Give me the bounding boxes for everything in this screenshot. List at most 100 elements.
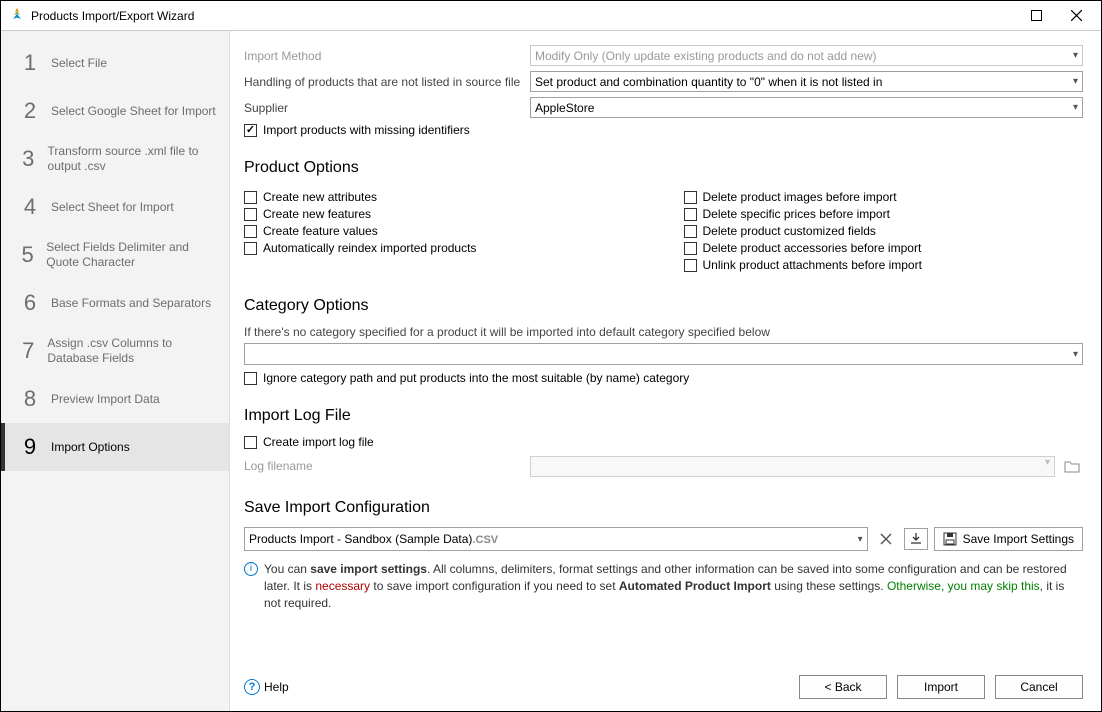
checkbox-label: Create feature values [263,224,378,238]
checkbox-icon [684,225,697,238]
help-label: Help [264,680,289,694]
log-filename-input: ▾ [530,456,1055,477]
checkbox-icon [244,208,257,221]
help-link[interactable]: ? Help [244,679,289,695]
step-label: Select Google Sheet for Import [51,104,216,119]
step-label: Select Sheet for Import [51,200,174,215]
checkbox-label: Create new attributes [263,190,377,204]
supplier-select[interactable]: AppleStore ▾ [530,97,1083,118]
sidebar-step-5[interactable]: 5 Select Fields Delimiter and Quote Char… [1,231,229,279]
step-number: 1 [21,50,39,76]
chevron-down-icon: ▾ [1073,50,1078,61]
checkbox-icon [684,208,697,221]
supplier-value: AppleStore [535,101,594,115]
category-hint: If there's no category specified for a p… [244,325,1083,339]
content-panel: Import Method Modify Only (Only update e… [230,31,1101,711]
step-number: 8 [21,386,39,412]
delete-images-checkbox[interactable]: Delete product images before import [684,190,1084,204]
sidebar-step-7[interactable]: 7 Assign .csv Columns to Database Fields [1,327,229,375]
step-number: 5 [21,242,34,268]
create-feature-values-checkbox[interactable]: Create feature values [244,224,644,238]
step-label: Select File [51,56,107,71]
info-icon: i [244,562,258,576]
checkbox-label: Automatically reindex imported products [263,241,476,255]
chevron-down-icon: ▾ [1073,349,1078,360]
ignore-category-path-checkbox[interactable]: Ignore category path and put products in… [244,371,1083,385]
import-method-label: Import Method [244,49,524,63]
save-import-settings-button[interactable]: Save Import Settings [934,527,1083,551]
cancel-button[interactable]: Cancel [995,675,1083,699]
info-note: i You can save import settings. All colu… [244,561,1083,611]
browse-folder-button [1061,455,1083,477]
checkbox-label: Delete product images before import [703,190,897,204]
checkbox-label: Delete product customized fields [703,224,876,238]
chevron-down-icon: ▾ [1045,457,1050,468]
checkbox-label: Delete product accessories before import [703,241,922,255]
step-label: Transform source .xml file to output .cs… [48,144,219,174]
download-config-button[interactable] [904,528,928,550]
step-number: 2 [21,98,39,124]
save-config-header: Save Import Configuration [244,499,1083,517]
checkbox-icon [684,191,697,204]
checkbox-icon [244,436,257,449]
window-title: Products Import/Export Wizard [31,9,1019,23]
checkbox-label: Create new features [263,207,371,221]
window-controls [1019,4,1093,28]
sidebar-step-3[interactable]: 3 Transform source .xml file to output .… [1,135,229,183]
clear-config-button[interactable] [874,528,898,550]
step-label: Base Formats and Separators [51,296,211,311]
handling-select[interactable]: Set product and combination quantity to … [530,71,1083,92]
create-new-attributes-checkbox[interactable]: Create new attributes [244,190,644,204]
checkbox-icon [244,225,257,238]
back-button[interactable]: < Back [799,675,887,699]
checkbox-icon [244,124,257,137]
checkbox-icon [244,372,257,385]
step-number: 3 [21,146,36,172]
sidebar-step-9[interactable]: 9 Import Options [1,423,229,471]
checkbox-icon [244,242,257,255]
category-options-header: Category Options [244,297,1083,315]
chevron-down-icon: ▾ [1073,102,1078,113]
checkbox-label: Create import log file [263,435,374,449]
checkbox-label: Unlink product attachments before import [703,258,922,272]
create-new-features-checkbox[interactable]: Create new features [244,207,644,221]
app-icon [9,6,25,25]
default-category-select[interactable]: ▾ [244,343,1083,365]
handling-value: Set product and combination quantity to … [535,75,882,89]
missing-identifiers-checkbox[interactable]: Import products with missing identifiers [244,123,1083,137]
delete-accessories-checkbox[interactable]: Delete product accessories before import [684,241,1084,255]
supplier-label: Supplier [244,101,524,115]
step-label: Assign .csv Columns to Database Fields [47,336,219,366]
step-number: 9 [21,434,39,460]
reindex-products-checkbox[interactable]: Automatically reindex imported products [244,241,644,255]
close-button[interactable] [1059,4,1093,28]
save-icon [943,532,957,546]
sidebar-step-1[interactable]: 1 Select File [1,39,229,87]
import-method-select[interactable]: Modify Only (Only update existing produc… [530,45,1083,66]
checkbox-label: Delete specific prices before import [703,207,890,221]
sidebar-step-2[interactable]: 2 Select Google Sheet for Import [1,87,229,135]
checkbox-icon [684,259,697,272]
delete-specific-prices-checkbox[interactable]: Delete specific prices before import [684,207,1084,221]
wizard-steps-sidebar: 1 Select File 2 Select Google Sheet for … [1,31,230,711]
step-label: Import Options [51,440,130,455]
step-label: Preview Import Data [51,392,160,407]
maximize-button[interactable] [1019,4,1053,28]
config-name-value: Products Import - Sandbox (Sample Data).… [249,532,498,546]
import-button[interactable]: Import [897,675,985,699]
checkbox-label: Import products with missing identifiers [263,123,470,137]
config-name-select[interactable]: Products Import - Sandbox (Sample Data).… [244,527,868,551]
unlink-attachments-checkbox[interactable]: Unlink product attachments before import [684,258,1084,272]
sidebar-step-6[interactable]: 6 Base Formats and Separators [1,279,229,327]
sidebar-step-8[interactable]: 8 Preview Import Data [1,375,229,423]
import-method-value: Modify Only (Only update existing produc… [535,49,877,63]
titlebar: Products Import/Export Wizard [1,1,1101,31]
checkbox-icon [684,242,697,255]
sidebar-step-4[interactable]: 4 Select Sheet for Import [1,183,229,231]
wizard-footer: ? Help < Back Import Cancel [244,675,1083,699]
delete-customized-fields-checkbox[interactable]: Delete product customized fields [684,224,1084,238]
help-icon: ? [244,679,260,695]
create-log-file-checkbox[interactable]: Create import log file [244,435,1083,449]
import-log-header: Import Log File [244,407,1083,425]
step-label: Select Fields Delimiter and Quote Charac… [46,240,219,270]
